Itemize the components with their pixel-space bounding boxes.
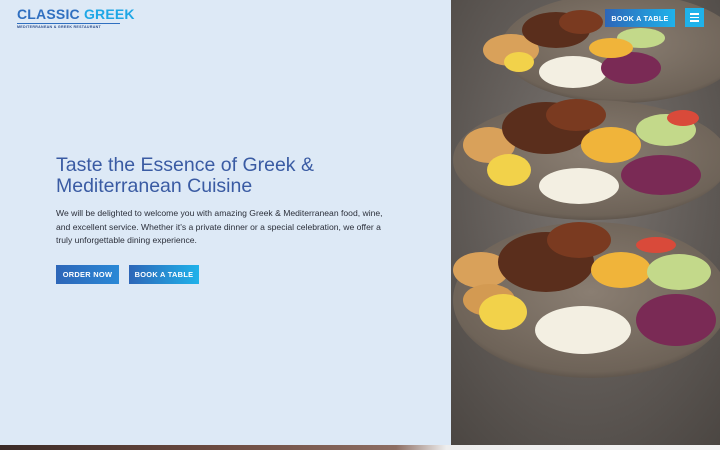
logo-name-part2: GREEK <box>83 6 135 22</box>
logo-tagline: MEDITERRANEAN & GREEK RESTAURANT <box>17 25 102 29</box>
hero-section: CLASSIC GREEK MEDITERRANEAN & GREEK REST… <box>0 0 451 445</box>
menu-line <box>690 20 699 22</box>
logo-name-part1: CLASSIC <box>17 6 80 22</box>
hero-heading: Taste the Essence of Greek & Mediterrane… <box>56 154 314 197</box>
logo-divider <box>17 23 120 24</box>
menu-line <box>690 13 699 15</box>
next-section-edge <box>0 445 720 450</box>
plate-bottom <box>453 222 720 378</box>
food-photo <box>451 0 720 445</box>
hero-food-image <box>451 0 720 445</box>
header-book-table-button[interactable]: BOOK A TABLE <box>605 9 675 27</box>
logo-title: CLASSIC GREEK <box>17 7 135 21</box>
order-now-button[interactable]: ORDER NOW <box>56 265 119 284</box>
hero-description: We will be delighted to welcome you with… <box>56 208 383 246</box>
logo[interactable]: CLASSIC GREEK MEDITERRANEAN & GREEK REST… <box>17 7 135 29</box>
book-table-button[interactable]: BOOK A TABLE <box>129 265 199 284</box>
hamburger-icon[interactable] <box>685 8 704 27</box>
menu-line <box>690 16 699 19</box>
